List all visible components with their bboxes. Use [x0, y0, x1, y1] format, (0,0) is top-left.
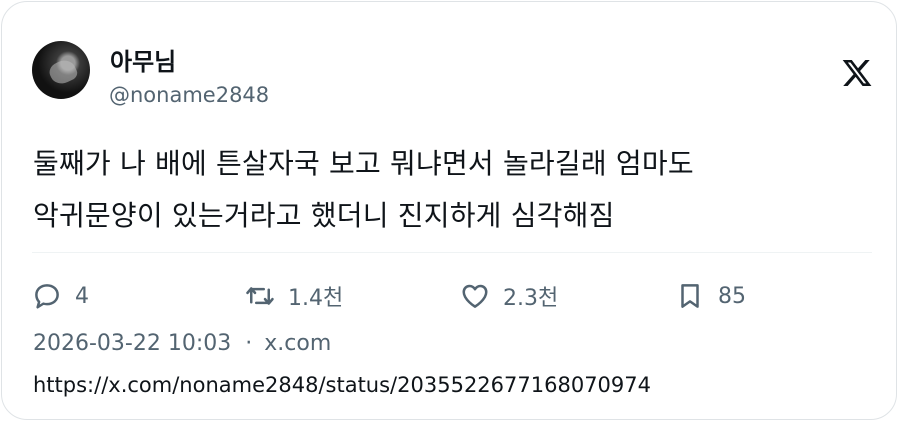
reply-count: 4 — [75, 283, 89, 309]
source-domain[interactable]: x.com — [264, 331, 331, 356]
x-logo-icon[interactable] — [841, 57, 873, 89]
tweet-url[interactable]: https://x.com/noname2848/status/20355226… — [33, 373, 651, 397]
divider — [32, 252, 872, 253]
bookmark-button[interactable]: 85 — [675, 274, 746, 318]
reply-button[interactable]: 4 — [32, 274, 89, 318]
retweet-button[interactable]: 1.4천 — [245, 274, 343, 318]
reply-icon — [35, 284, 59, 309]
bookmark-count: 85 — [718, 283, 746, 309]
retweet-count: 1.4천 — [288, 286, 344, 311]
author-handle[interactable]: @noname2848 — [109, 83, 269, 107]
tweet-meta: 2026-03-22 10:03 · x.com — [33, 331, 331, 356]
timestamp[interactable]: 2026-03-22 10:03 — [33, 331, 231, 356]
like-button[interactable]: 2.3천 — [460, 274, 558, 318]
avatar[interactable] — [32, 41, 90, 99]
tweet-text: 둘째가 나 배에 튼살자국 보고 뭐냐면서 놀라길래 엄마도 악귀문양이 있는거… — [33, 138, 873, 242]
tweet-line: 악귀문양이 있는거라고 했더니 진지하게 심각해짐 — [33, 199, 615, 232]
retweet-icon — [246, 287, 274, 305]
action-bar: 4 1.4천 2.3천 85 — [2, 274, 900, 318]
heart-icon — [462, 284, 488, 308]
meta-separator: · — [245, 331, 253, 356]
tweet-line: 둘째가 나 배에 튼살자국 보고 뭐냐면서 놀라길래 엄마도 — [33, 147, 694, 180]
bookmark-icon — [681, 284, 699, 308]
author-display-name[interactable]: 아무님 — [110, 42, 176, 77]
tweet-card: 아무님 @noname2848 둘째가 나 배에 튼살자국 보고 뭐냐면서 놀라… — [1, 1, 897, 420]
like-count: 2.3천 — [503, 286, 559, 311]
